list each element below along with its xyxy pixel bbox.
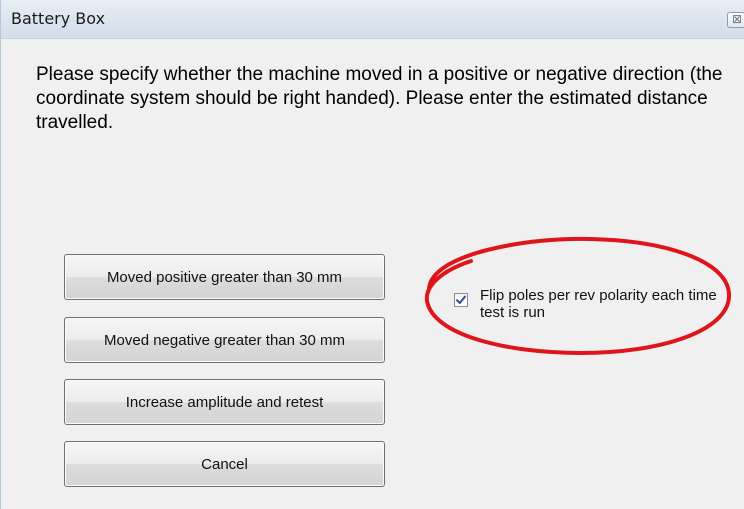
flip-poles-checkbox[interactable] <box>454 293 468 307</box>
increase-amplitude-button[interactable]: Increase amplitude and retest <box>64 379 385 425</box>
dialog-window: Battery Box ⊠ Please specify whether the… <box>0 0 744 509</box>
cancel-button[interactable]: Cancel <box>64 441 385 487</box>
dialog-content: Please specify whether the machine moved… <box>1 39 744 509</box>
moved-negative-button[interactable]: Moved negative greater than 30 mm <box>64 317 385 363</box>
close-button[interactable]: ⊠ <box>727 12 744 28</box>
title-bar[interactable]: Battery Box ⊠ <box>1 0 744 39</box>
flip-poles-option[interactable]: Flip poles per rev polarity each time te… <box>454 287 734 327</box>
instruction-message: Please specify whether the machine moved… <box>36 64 723 133</box>
close-icon: ⊠ <box>732 12 743 26</box>
flip-poles-label: Flip poles per rev polarity each time te… <box>480 287 717 321</box>
checkmark-icon <box>456 295 466 304</box>
moved-positive-button[interactable]: Moved positive greater than 30 mm <box>64 254 385 300</box>
window-title: Battery Box <box>11 9 106 28</box>
